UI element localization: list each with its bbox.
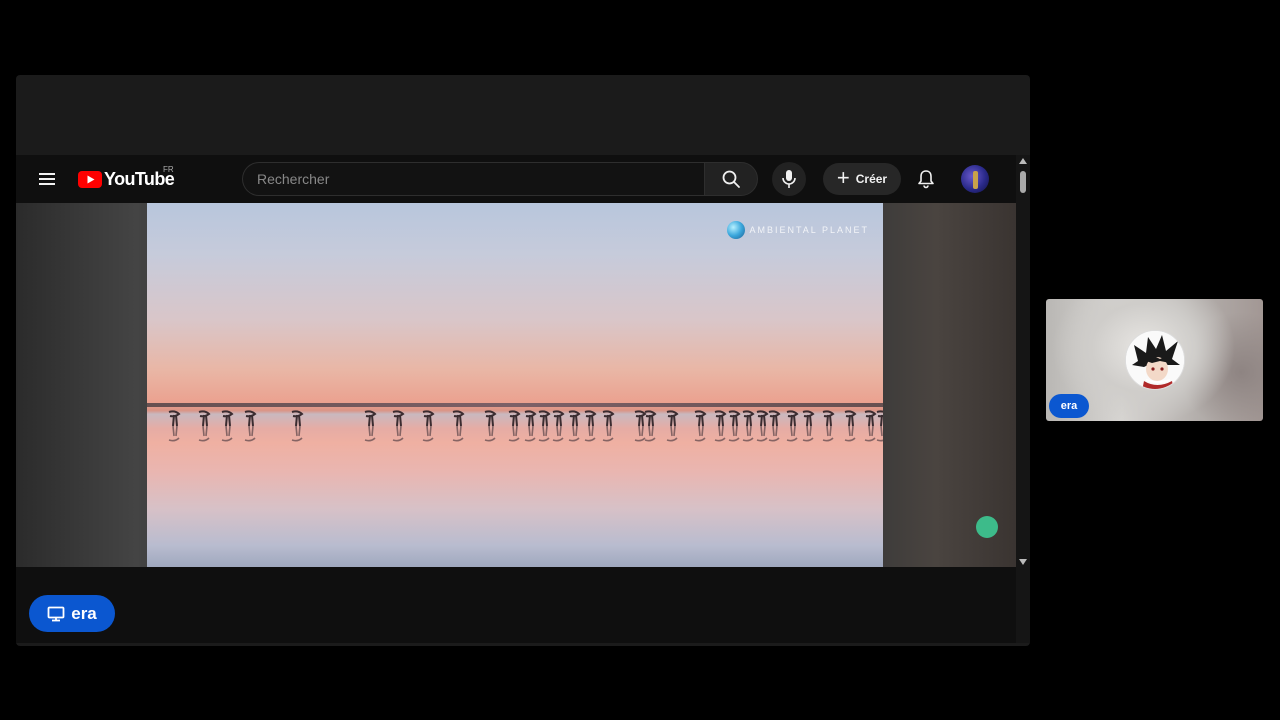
bell-icon <box>918 170 934 189</box>
youtube-logo[interactable]: YouTube <box>78 167 175 191</box>
microphone-icon <box>782 170 796 188</box>
create-label: Créer <box>855 172 888 186</box>
flamingo-silhouette <box>844 410 857 442</box>
voice-search-button[interactable] <box>772 162 806 196</box>
flamingo-silhouette <box>221 410 234 442</box>
flamingo-silhouette <box>864 410 877 442</box>
flamingo-silhouette <box>768 410 781 442</box>
video-player[interactable]: AMBIENTAL PLANET <box>147 203 883 567</box>
flamingo-silhouette <box>244 410 257 442</box>
flamingo-silhouette <box>728 410 741 442</box>
flamingo-silhouette <box>644 410 657 442</box>
flamingo-silhouette <box>452 410 465 442</box>
hamburger-menu-icon[interactable] <box>36 170 58 188</box>
flamingo-silhouette <box>552 410 565 442</box>
flamingo-silhouette <box>568 410 581 442</box>
create-button[interactable]: + Créer <box>823 163 901 195</box>
flamingo-silhouette <box>822 410 835 442</box>
youtube-play-logo-icon <box>78 170 102 188</box>
flamingo-silhouette <box>602 410 615 442</box>
flamingo-silhouette <box>484 410 497 442</box>
region-code: FR <box>163 165 174 174</box>
globe-logo-icon <box>727 221 746 239</box>
flamingo-silhouette <box>756 410 769 442</box>
present-screen-icon <box>47 606 65 621</box>
search-button[interactable] <box>704 162 758 196</box>
shared-browser-view: YouTube FR + Créer <box>16 155 1030 643</box>
scroll-up-arrow-icon[interactable] <box>1019 158 1027 164</box>
youtube-header: YouTube FR + Créer <box>16 155 1016 203</box>
notifications-button[interactable] <box>912 165 940 193</box>
flamingo-silhouette <box>802 410 815 442</box>
flamingo-silhouette <box>508 410 521 442</box>
flamingo-silhouette <box>634 410 647 442</box>
flamingo-silhouette <box>584 410 597 442</box>
plus-icon: + <box>836 165 850 190</box>
channel-watermark: AMBIENTAL PLANET <box>727 221 869 239</box>
participant-tile[interactable]: era <box>1046 299 1263 421</box>
flamingo-silhouette <box>876 410 883 442</box>
flamingo-silhouette <box>742 410 755 442</box>
flamingo-silhouette <box>422 410 435 442</box>
flamingo-silhouette <box>694 410 707 442</box>
flamingo-silhouette <box>364 410 377 442</box>
flamingo-silhouette <box>538 410 551 442</box>
flamingo-silhouette <box>198 410 211 442</box>
flamingo-silhouette <box>786 410 799 442</box>
flamingo-silhouette <box>392 410 405 442</box>
account-avatar[interactable] <box>961 165 989 193</box>
anime-character-avatar-icon <box>1126 331 1184 389</box>
flamingo-silhouette <box>714 410 727 442</box>
participant-avatar <box>1125 330 1185 390</box>
scrollbar-thumb[interactable] <box>1020 171 1026 193</box>
flamingo-silhouette <box>168 410 181 442</box>
flamingo-silhouettes <box>168 410 883 442</box>
search-icon <box>722 170 740 188</box>
participant-name-badge: era <box>1049 394 1089 418</box>
presenter-badge: era <box>29 595 115 632</box>
watermark-text: AMBIENTAL PLANET <box>749 225 869 235</box>
video-player-area: AMBIENTAL PLANET <box>16 203 1016 567</box>
page-scrollbar[interactable] <box>1016 155 1030 643</box>
scroll-down-arrow-icon[interactable] <box>1019 559 1027 565</box>
status-dot <box>976 516 998 538</box>
presenter-name: era <box>71 603 97 623</box>
search-input[interactable] <box>242 162 704 196</box>
video-horizon <box>147 403 883 407</box>
flamingo-silhouette <box>524 410 537 442</box>
shared-screen-panel: YouTube FR + Créer <box>16 75 1030 646</box>
flamingo-silhouette <box>291 410 304 442</box>
flamingo-silhouette <box>666 410 679 442</box>
